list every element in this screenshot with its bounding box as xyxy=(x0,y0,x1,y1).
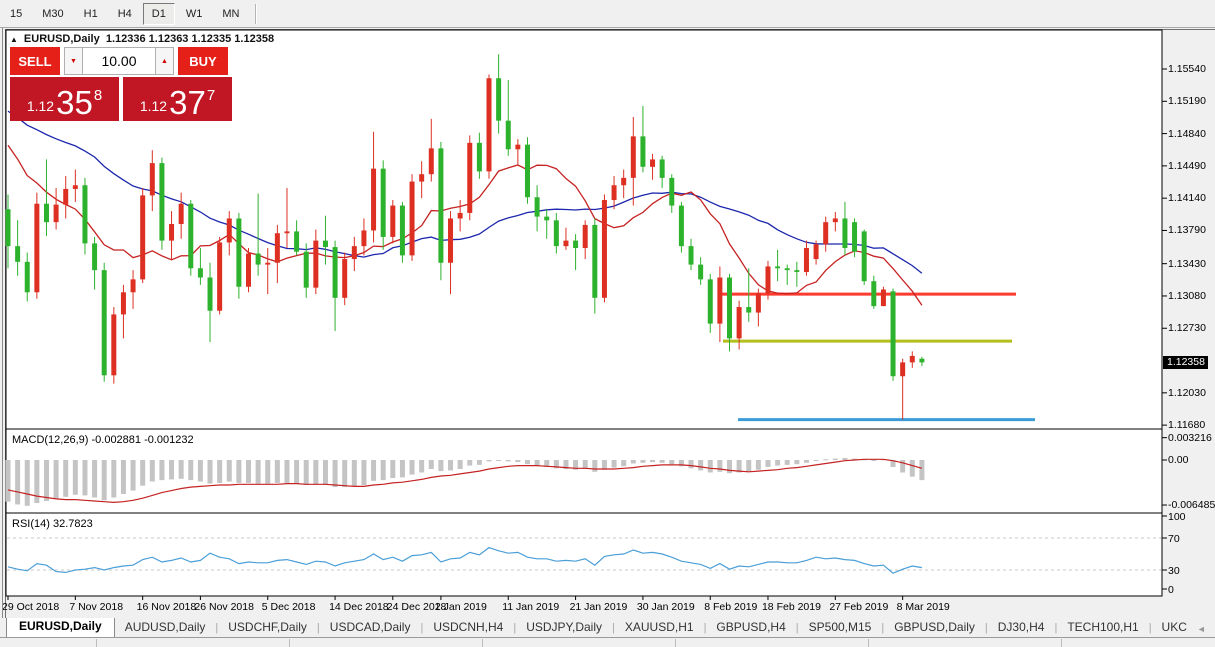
volume-input[interactable]: 10.00 xyxy=(83,47,155,75)
trading-terminal-window: 15M30H1H4D1W1MN 1.155401.151901.148401.1… xyxy=(0,0,1215,647)
rsi-indicator-label: RSI(14) 32.7823 xyxy=(12,518,93,530)
tab-scroll-arrows: ◄► xyxy=(1197,624,1215,637)
buy-price-big: 37 xyxy=(169,88,206,118)
buy-price-prefix: 1.12 xyxy=(140,98,167,114)
buy-price-button[interactable]: 1.12 37 7 xyxy=(123,77,232,121)
chart-tab-tech100-h1[interactable]: TECH100,H1 xyxy=(1057,618,1148,637)
chart-tab-bar: EURUSD,DailyAUDUSD,Daily|USDCHF,Daily|US… xyxy=(0,618,1215,637)
chart-tab-xauusd-h1[interactable]: XAUUSD,H1 xyxy=(615,618,704,637)
sell-price-big: 35 xyxy=(56,88,93,118)
strip-divider xyxy=(96,639,97,647)
chart-tab-gbpusd-daily[interactable]: GBPUSD,Daily xyxy=(884,618,985,637)
chart-symbol-label: EURUSD,Daily xyxy=(24,33,100,45)
one-click-trading-panel: SELL ▼ 10.00 ▲ BUY 1.12 35 8 1.12 37 7 xyxy=(10,47,232,121)
chart-ohlc-values: 1.12336 1.12363 1.12335 1.12358 xyxy=(106,33,274,45)
collapse-panel-icon[interactable]: ▲ xyxy=(10,35,18,44)
strip-divider xyxy=(868,639,869,647)
strip-divider xyxy=(289,639,290,647)
chart-tab-usdjpy-daily[interactable]: USDJPY,Daily xyxy=(516,618,612,637)
strip-divider xyxy=(482,639,483,647)
volume-up-button[interactable]: ▲ xyxy=(155,47,174,75)
current-price-tag: 1.12358 xyxy=(1163,356,1208,369)
strip-divider xyxy=(1061,639,1062,647)
sell-price-button[interactable]: 1.12 35 8 xyxy=(10,77,119,121)
chart-tab-gbpusd-h4[interactable]: GBPUSD,H4 xyxy=(706,618,795,637)
chart-tab-ukc[interactable]: UKC xyxy=(1152,618,1197,637)
chart-tab-usdcad-daily[interactable]: USDCAD,Daily xyxy=(320,618,421,637)
chart-tab-usdchf-daily[interactable]: USDCHF,Daily xyxy=(218,618,317,637)
chart-tab-eurusd-daily[interactable]: EURUSD,Daily xyxy=(6,618,115,637)
volume-down-button[interactable]: ▼ xyxy=(64,47,83,75)
chart-tab-usdcnh-h4[interactable]: USDCNH,H4 xyxy=(423,618,513,637)
chart-tab-audusd-daily[interactable]: AUDUSD,Daily xyxy=(115,618,216,637)
chart-tab-dj30-h4[interactable]: DJ30,H4 xyxy=(988,618,1055,637)
sell-button[interactable]: SELL xyxy=(10,47,60,75)
sell-price-prefix: 1.12 xyxy=(27,98,54,114)
chart-tab-sp500-m15[interactable]: SP500,M15 xyxy=(799,618,882,637)
tab-scroll-left-icon[interactable]: ◄ xyxy=(1197,624,1206,634)
buy-price-pip: 7 xyxy=(207,87,215,104)
chart-title: ▲ EURUSD,Daily 1.12336 1.12363 1.12335 1.… xyxy=(10,33,274,45)
window-left-edge xyxy=(2,28,3,618)
buy-button[interactable]: BUY xyxy=(178,47,228,75)
strip-divider xyxy=(675,639,676,647)
sell-price-pip: 8 xyxy=(94,87,102,104)
tabbar-bottom-strip xyxy=(0,637,1215,647)
macd-indicator-label: MACD(12,26,9) -0.002881 -0.001232 xyxy=(12,434,194,446)
